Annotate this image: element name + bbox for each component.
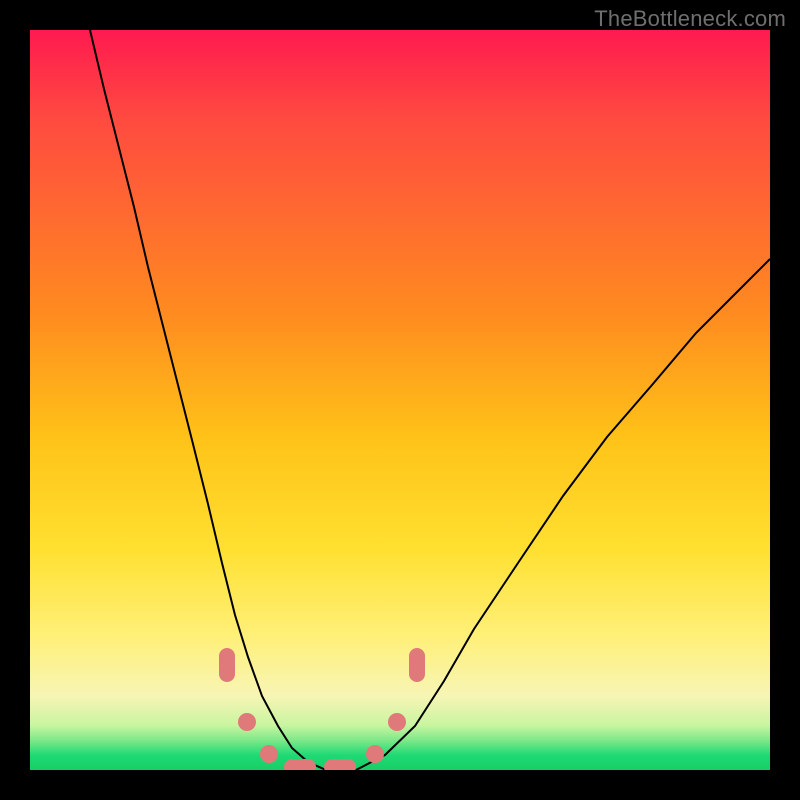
watermark-text: TheBottleneck.com bbox=[594, 6, 786, 32]
curve-marker bbox=[238, 713, 256, 731]
curve-marker bbox=[409, 648, 425, 682]
chart-frame: TheBottleneck.com bbox=[0, 0, 800, 800]
curve-marker bbox=[284, 759, 316, 770]
curve-marker bbox=[260, 745, 278, 763]
curve-marker bbox=[366, 745, 384, 763]
curve-marker bbox=[219, 648, 235, 682]
curve-marker bbox=[388, 713, 406, 731]
bottleneck-curve bbox=[90, 30, 770, 770]
curve-svg bbox=[30, 30, 770, 770]
plot-area bbox=[30, 30, 770, 770]
curve-marker bbox=[324, 759, 356, 770]
